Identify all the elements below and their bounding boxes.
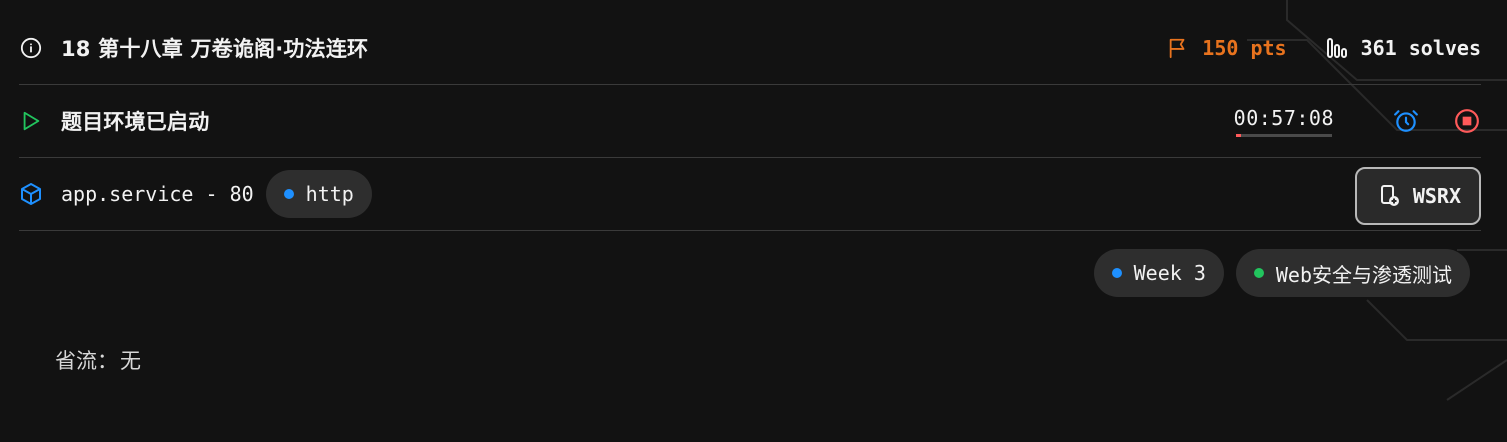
timer-progress-bar [1235, 133, 1332, 137]
box-icon [19, 182, 43, 206]
service-row: app.service - 80 http WSRX [19, 158, 1481, 231]
solves-stat: 361 solves [1325, 36, 1481, 60]
points-stat: 150 pts [1166, 36, 1287, 60]
extend-time-button[interactable] [1392, 107, 1420, 135]
tag-dot [1111, 268, 1122, 278]
play-icon [19, 109, 43, 133]
service-name: app.service - 80 [61, 182, 254, 206]
bar-chart-icon [1325, 36, 1349, 60]
stop-environment-button[interactable] [1453, 107, 1481, 135]
environment-status-row: 题目环境已启动 00:57:08 [19, 85, 1481, 158]
timer-value: 00:57:08 [1233, 105, 1334, 130]
challenge-description: 省流：无 [55, 345, 141, 375]
tag-label: Week 3 [1133, 261, 1206, 285]
wsrx-button[interactable]: WSRX [1354, 167, 1481, 225]
alarm-clock-icon [1394, 110, 1418, 132]
tag-label: Web安全与渗透测试 [1275, 262, 1452, 287]
tag-dot [1253, 268, 1264, 278]
description-label: 省流： [55, 349, 118, 373]
challenge-header: 18 第十八章 万卷诡阁·功法连环 150 pts 361 solves [19, 12, 1481, 85]
tag-category[interactable]: Web安全与渗透测试 [1235, 249, 1470, 297]
description-value: 无 [120, 349, 141, 373]
countdown-timer: 00:57:08 [1234, 106, 1334, 137]
tag-list: Week 3 Web安全与渗透测试 [1093, 249, 1470, 297]
info-icon [19, 36, 43, 60]
flag-icon [1166, 36, 1190, 60]
copy-plus-icon [1380, 185, 1399, 206]
points-value: 150 pts [1202, 36, 1287, 60]
solves-value: 361 solves [1360, 36, 1481, 60]
environment-status: 题目环境已启动 [61, 110, 210, 134]
tag-week[interactable]: Week 3 [1093, 249, 1224, 297]
protocol-badge[interactable]: http [265, 170, 372, 218]
wsrx-label: WSRX [1412, 184, 1461, 208]
stop-icon [1455, 109, 1479, 133]
protocol-label: http [305, 182, 354, 206]
timer-progress-fill [1235, 133, 1241, 137]
challenge-title: 18 第十八章 万卷诡阁·功法连环 [61, 37, 369, 61]
protocol-dot [283, 189, 294, 199]
